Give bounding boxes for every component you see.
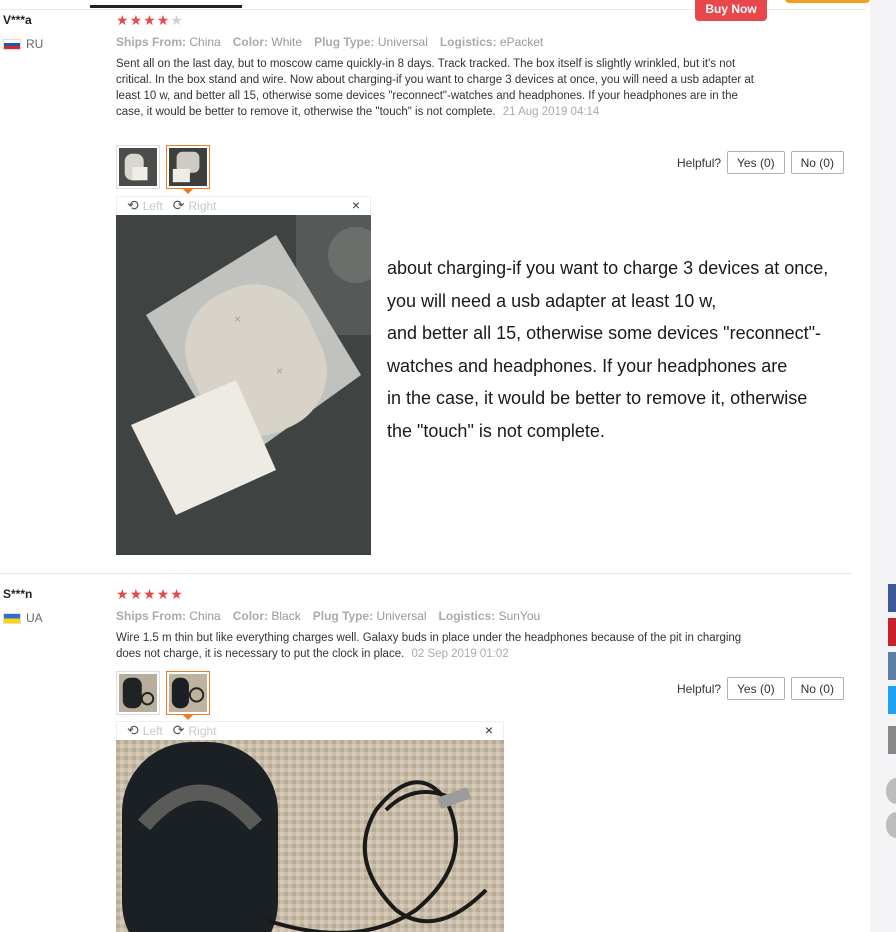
helpful-vote: Helpful? Yes (0) No (0) [677, 677, 844, 700]
star-icon: ★ [129, 12, 143, 28]
helpful-yes-button[interactable]: Yes (0) [727, 151, 785, 174]
logistics-value: SunYou [498, 609, 541, 623]
review-excerpt-overlay: about charging-if you want to charge 3 d… [387, 252, 896, 447]
reviewer-name: V***a [3, 13, 32, 27]
plug-type-label: Plug Type: [314, 35, 375, 49]
facebook-share-icon[interactable] [888, 584, 896, 612]
buy-now-button[interactable]: Buy Now [695, 0, 767, 21]
color-label: Color: [232, 609, 269, 623]
review-date: 02 Sep 2019 01:02 [411, 648, 509, 660]
rotate-left-icon[interactable]: ⟲ [127, 197, 139, 214]
image-viewer-toolbar: ⟲ Left ⟳ Right × [116, 196, 371, 214]
helpful-no-button[interactable]: No (0) [790, 677, 844, 700]
star-icon: ★ [170, 586, 183, 602]
charger-photo-thumbnail-icon [169, 148, 207, 186]
email-share-icon[interactable] [888, 726, 896, 754]
star-icon: ★ [116, 586, 129, 602]
helpful-no-button[interactable]: No (0) [790, 151, 844, 174]
review-date: 21 Aug 2019 04:14 [502, 106, 600, 118]
ukraine-flag-icon [3, 612, 21, 624]
star-rating: ★ ★ ★ ★ ★ [116, 586, 183, 602]
star-icon: ★ [156, 12, 170, 28]
pinterest-share-icon[interactable] [888, 618, 896, 646]
excerpt-line: watches and headphones. If your headphon… [387, 355, 788, 376]
country-code: RU [26, 37, 44, 51]
helpful-label: Helpful? [677, 681, 722, 696]
image-viewer-toolbar: ⟲ Left ⟳ Right × [116, 721, 504, 739]
review-thumbnails [116, 145, 210, 194]
plug-type-value: Universal [377, 35, 428, 49]
reviewer-name: S***n [3, 587, 33, 601]
plug-type-value: Universal [376, 609, 427, 623]
review-divider [0, 573, 852, 574]
country-code: UA [26, 611, 43, 625]
review-body: Sent all on the last day, but to moscow … [116, 58, 754, 118]
charger-box-photo-icon: × × [116, 215, 371, 555]
plug-type-label: Plug Type: [312, 609, 374, 623]
ships-from-label: Ships From: [116, 609, 187, 623]
review-text: Wire 1.5 m thin but like everything char… [116, 630, 756, 662]
review-thumbnail-active[interactable] [166, 671, 210, 720]
ships-from-label: Ships From: [116, 35, 187, 49]
star-icon: ★ [129, 586, 143, 602]
twitter-share-icon[interactable] [888, 686, 896, 714]
russia-flag-icon [3, 38, 21, 50]
helpful-yes-button[interactable]: Yes (0) [727, 677, 785, 700]
excerpt-line: in the case, it would be better to remov… [387, 388, 808, 408]
star-icon: ★ [156, 586, 170, 602]
excerpt-line: about charging-if you want to charge 3 d… [387, 258, 829, 278]
star-icon: ★ [170, 12, 183, 28]
excerpt-line: the "touch" is not complete. [387, 420, 605, 441]
logistics-label: Logistics: [438, 609, 496, 623]
order-info: Ships From: China Color: White Plug Type… [116, 35, 543, 49]
color-label: Color: [232, 35, 269, 49]
color-value: Black [271, 609, 301, 623]
close-icon[interactable]: × [485, 722, 493, 738]
charger-photo-thumbnail-icon [119, 674, 157, 712]
reviewer-country: UA [3, 611, 43, 625]
rotate-left-label[interactable]: Left [143, 724, 163, 738]
review-thumbnail[interactable] [116, 671, 160, 715]
rotate-right-label[interactable]: Right [188, 724, 216, 738]
color-value: White [271, 35, 303, 49]
charger-photo-thumbnail-icon [119, 148, 157, 186]
review-photo: × × [116, 215, 371, 555]
rotate-right-label[interactable]: Right [188, 199, 216, 213]
helpful-label: Helpful? [677, 155, 722, 170]
ships-from-value: China [189, 35, 221, 49]
logistics-label: Logistics: [439, 35, 497, 49]
review-thumbnails [116, 671, 210, 720]
review-photo [116, 740, 504, 932]
order-info: Ships From: China Color: Black Plug Type… [116, 609, 540, 623]
rotate-left-label[interactable]: Left [143, 199, 163, 213]
rotate-right-icon[interactable]: ⟳ [173, 197, 185, 214]
star-icon: ★ [143, 586, 156, 602]
review-thumbnail-active[interactable] [166, 145, 210, 194]
star-icon: ★ [116, 12, 129, 28]
rotate-right-icon[interactable]: ⟳ [173, 722, 185, 739]
logistics-value: ePacket [499, 35, 544, 49]
review-thumbnail[interactable] [116, 145, 160, 189]
review-text: Sent all on the last day, but to moscow … [116, 56, 766, 120]
star-rating: ★ ★ ★ ★ ★ [116, 12, 183, 28]
reviewer-country: RU [3, 37, 43, 51]
excerpt-line: you will need a usb adapter at least 10 … [387, 290, 717, 311]
close-icon[interactable]: × [352, 197, 360, 213]
vk-share-icon[interactable] [888, 652, 896, 680]
svg-text:×: × [276, 364, 283, 378]
svg-text:×: × [234, 312, 241, 326]
black-charger-photo-icon [116, 740, 504, 932]
star-icon: ★ [143, 12, 156, 28]
ships-from-value: China [189, 609, 221, 623]
tab-underline [90, 5, 242, 8]
charger-photo-thumbnail-icon [169, 674, 207, 712]
excerpt-line: and better all 15, otherwise some device… [387, 323, 822, 343]
add-to-cart-button[interactable] [785, 0, 870, 3]
rotate-left-icon[interactable]: ⟲ [127, 722, 139, 739]
helpful-vote: Helpful? Yes (0) No (0) [677, 151, 844, 174]
